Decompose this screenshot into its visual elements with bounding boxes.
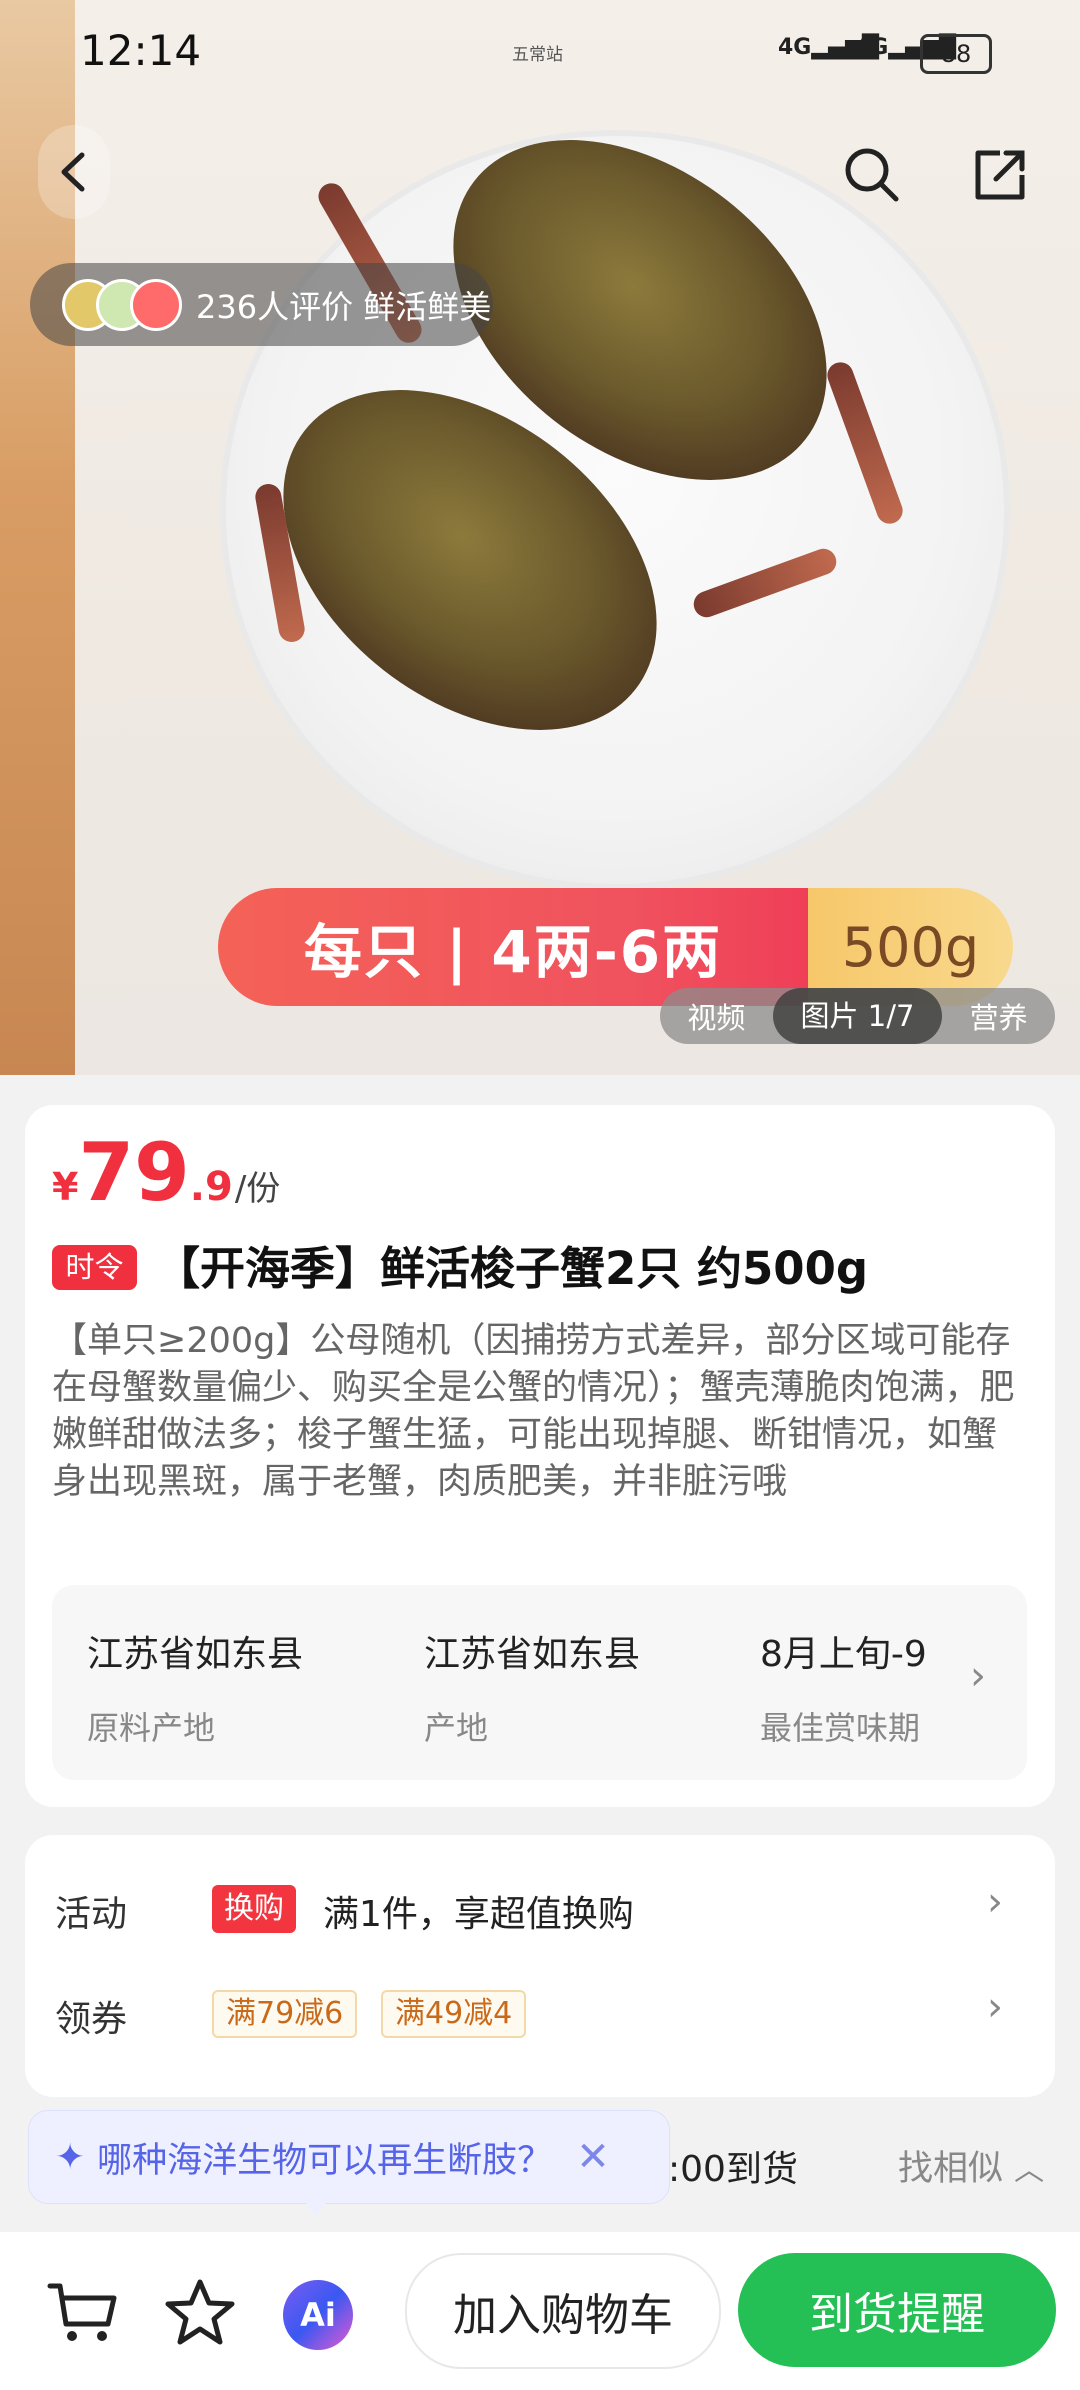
arrival-time: :00到货 bbox=[668, 2149, 798, 2190]
share-button[interactable] bbox=[960, 135, 1040, 215]
chevron-up-icon: ︿ bbox=[1014, 2153, 1045, 2188]
origin-cell-raw: 江苏省如东县 原料产地 bbox=[87, 1625, 407, 1749]
review-text: 236人评价 鲜活鲜美 bbox=[196, 287, 492, 326]
product-title: 【开海季】鲜活梭子蟹2只 约500g bbox=[155, 1242, 869, 1295]
status-time: 12:14 bbox=[80, 26, 202, 75]
find-similar-button[interactable]: 找相似 ︿ bbox=[898, 2140, 1044, 2191]
cart-icon bbox=[47, 2283, 117, 2341]
seasonal-tag: 时令 bbox=[52, 1245, 137, 1290]
coupon-badge[interactable]: 满79减6 bbox=[212, 1990, 358, 2038]
chevron-right-icon: › bbox=[987, 1879, 1003, 1925]
activity-label: 活动 bbox=[55, 1894, 128, 1935]
origin-value: 江苏省如东县 bbox=[424, 1634, 641, 1675]
review-summary[interactable]: 236人评价 鲜活鲜美 bbox=[30, 263, 493, 346]
crab-leg bbox=[823, 358, 907, 528]
origin-cell-best-period: 8月上旬-9 最佳赏味期 bbox=[760, 1625, 950, 1749]
origin-value: 江苏省如东县 bbox=[87, 1634, 304, 1675]
origin-info[interactable]: 江苏省如东县 原料产地 江苏省如东县 产地 8月上旬-9 最佳赏味期 › bbox=[52, 1585, 1027, 1780]
star-icon bbox=[165, 2279, 235, 2345]
coupon-label: 领券 bbox=[55, 1999, 128, 2040]
ai-tip-text: 哪种海洋生物可以再生断肢？ bbox=[97, 2140, 553, 2181]
coupon-row[interactable]: 领券 满79减6 满49减4 › bbox=[25, 1972, 1055, 2062]
price-integer: 79 bbox=[78, 1126, 190, 1219]
plate-image bbox=[218, 70, 1010, 890]
favorite-button[interactable] bbox=[160, 2272, 240, 2352]
ai-suggestion-tip[interactable]: ✦ 哪种海洋生物可以再生断肢？ ✕ bbox=[28, 2110, 670, 2204]
price-currency: ¥ bbox=[52, 1165, 79, 1209]
tab-nutrition[interactable]: 营养 bbox=[942, 995, 1055, 1037]
back-button[interactable] bbox=[38, 125, 110, 219]
price-decimal: .9 bbox=[189, 1164, 233, 1210]
sparkle-icon: ✦ bbox=[55, 2136, 86, 2178]
chevron-left-icon bbox=[61, 152, 85, 192]
search-button[interactable] bbox=[832, 135, 912, 215]
product-image-carousel[interactable]: 236人评价 鲜活鲜美 每只 | 4两-6两 500g 视频 图片 1/7 营养 bbox=[0, 0, 1080, 1075]
coupon-badge[interactable]: 满49减4 bbox=[381, 1990, 527, 2038]
find-similar-label: 找相似 bbox=[898, 2149, 1004, 2189]
price: ¥ 79 .9 /份 bbox=[52, 1130, 280, 1216]
product-description: 【单只≥200g】公母随机（因捕捞方式差异，部分区域可能存在母蟹数量偏少、购买全… bbox=[52, 1321, 1015, 1502]
exchange-badge: 换购 bbox=[212, 1885, 296, 1933]
activity-row[interactable]: 活动 换购 满1件，享超值换购 › bbox=[25, 1865, 1055, 1955]
add-to-cart-button[interactable]: 加入购物车 bbox=[405, 2253, 721, 2369]
reviewer-avatar bbox=[130, 278, 182, 331]
arrival-reminder-button[interactable]: 到货提醒 bbox=[738, 2253, 1056, 2367]
origin-label: 最佳赏味期 bbox=[760, 1709, 921, 1747]
ai-assistant-button[interactable]: Ai bbox=[283, 2280, 353, 2350]
origin-label: 原料产地 bbox=[87, 1709, 216, 1747]
close-icon[interactable]: ✕ bbox=[576, 2134, 610, 2180]
chevron-right-icon: › bbox=[970, 1653, 986, 1699]
origin-cell-place: 江苏省如东县 产地 bbox=[424, 1625, 744, 1749]
status-bar: 12:14 五常站 4G▂▄▆█ 4G▂▄▆█ 88 bbox=[0, 0, 1080, 105]
search-icon bbox=[845, 148, 899, 202]
share-icon bbox=[975, 150, 1025, 200]
price-unit: /份 bbox=[234, 1169, 281, 1209]
battery-icon: 88 bbox=[920, 34, 992, 74]
status-carrier: 五常站 bbox=[512, 45, 563, 65]
tab-images[interactable]: 图片 1/7 bbox=[772, 988, 943, 1044]
origin-value: 8月上旬-9 bbox=[760, 1634, 927, 1675]
origin-label: 产地 bbox=[424, 1709, 489, 1747]
activity-text: 满1件，享超值换购 bbox=[323, 1894, 634, 1935]
chevron-right-icon: › bbox=[987, 1984, 1003, 2030]
cart-button[interactable] bbox=[42, 2272, 122, 2352]
tip-pointer bbox=[300, 2196, 332, 2216]
crab-leg bbox=[690, 545, 840, 621]
media-tabs: 视频 图片 1/7 营养 bbox=[660, 988, 1055, 1044]
tab-video[interactable]: 视频 bbox=[660, 995, 773, 1037]
